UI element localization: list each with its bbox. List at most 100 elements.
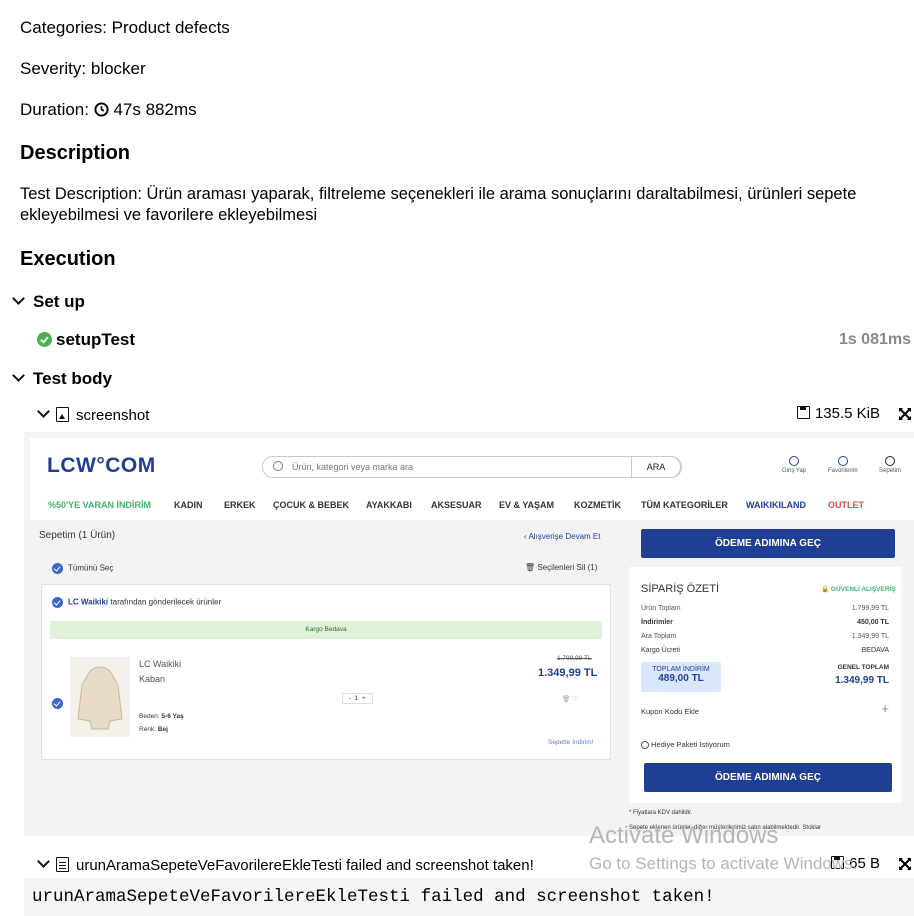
- severity-label: Severity:: [20, 59, 87, 78]
- summary-row-label: İndirimler: [641, 619, 673, 626]
- product-color: Renk: Bej: [139, 726, 168, 733]
- activate-windows-subtitle: Go to Settings to activate Windows.: [589, 854, 858, 873]
- seller-panel: LC Waikiki tarafından gönderilecek ürünl…: [41, 584, 611, 760]
- duration-label: Duration:: [20, 100, 89, 119]
- chevron-down-icon: [37, 855, 50, 868]
- nav-item: TÜM KATEGORİLER: [641, 500, 728, 510]
- coupon-row: Kupon Kodu Ekle: [641, 707, 699, 716]
- checkout-button-top: ÖDEME ADIMINA GEÇ: [641, 529, 895, 558]
- severity-row: Severity: blocker: [20, 59, 146, 79]
- gift-row: Hediye Paketi İstiyorum: [641, 740, 730, 750]
- summary-row-label: Ara Toplam: [641, 633, 677, 640]
- attachment-name: urunAramaSepeteVeFavorilereEkleTesti fai…: [76, 857, 534, 874]
- cart-title: Sepetim (1 Ürün): [39, 530, 116, 541]
- duration-value: 47s 882ms: [113, 100, 197, 119]
- attachment-screenshot-image: LCW°COM Ürün, kategori veya marka ara AR…: [24, 432, 914, 836]
- cart-header-icon: Sepetim: [879, 456, 901, 474]
- lock-icon: 🔒: [821, 586, 830, 593]
- new-price: 1.349,99 TL: [538, 667, 598, 679]
- attachment-screenshot-row[interactable]: screenshot 135.5 KiB: [37, 405, 912, 425]
- trash-icon: 🗑: [525, 563, 536, 572]
- summary-row-label: Kargo Ücreti: [641, 647, 680, 654]
- nav-item: EV & YAŞAM: [499, 500, 555, 510]
- expand-icon[interactable]: [898, 857, 912, 871]
- lcw-search: Ürün, kategori veya marka ara ARA: [262, 456, 682, 478]
- product-brand: LC Waikiki: [139, 659, 182, 669]
- trash-icon: 🗑: [562, 696, 571, 703]
- heart-icon: [837, 456, 848, 466]
- summary-title: SİPARİŞ ÖZETİ: [641, 583, 720, 595]
- description-heading: Description: [20, 142, 131, 164]
- summary-row-value: 1.349,99 TL: [851, 633, 889, 640]
- categories-label: Categories:: [20, 18, 107, 37]
- activate-windows-title: Activate Windows: [589, 822, 779, 849]
- attachment-size: 135.5 KiB: [796, 405, 880, 422]
- setup-step-name: setupTest: [56, 330, 136, 349]
- favorites-header-icon: Favorilerim: [828, 456, 858, 474]
- description-text: Test Description: Ürün araması yaparak, …: [20, 185, 857, 224]
- delete-selected: 🗑 Seçilenleri Sil (1): [525, 563, 598, 572]
- nav-item: OUTLET: [828, 500, 864, 510]
- seller-line: LC Waikiki tarafından gönderilecek ürünl…: [52, 597, 221, 608]
- heart-icon: ♡: [572, 696, 578, 703]
- plus-icon: +: [881, 701, 889, 716]
- total-discount-box: TOPLAM İNDİRİM 489,00 TL: [641, 662, 721, 692]
- search-placeholder: Ürün, kategori veya marka ara: [292, 462, 414, 472]
- product-size: Beden: 5-6 Yaş: [139, 713, 184, 720]
- radio-icon: [641, 741, 649, 750]
- secure-badge: 🔒 GÜVENLİ ALIŞVERİŞ: [821, 586, 896, 593]
- setup-step[interactable]: setupTest 1s 081ms: [37, 330, 911, 352]
- categories-row: Categories: Product defects: [20, 18, 230, 38]
- summary-row-value: 450,00 TL: [857, 619, 889, 626]
- chevron-down-icon: [37, 405, 50, 418]
- product-name: Kaban: [139, 674, 166, 684]
- lcw-header: LCW°COM Ürün, kategori veya marka ara AR…: [30, 438, 914, 520]
- setup-step-time: 1s 081ms: [838, 331, 911, 348]
- free-shipping-banner: Kargo Bedava: [50, 621, 602, 639]
- checked-icon: [52, 563, 63, 574]
- summary-row-value: 1.799,99 TL: [851, 605, 889, 612]
- clock-icon: [94, 102, 109, 117]
- vat-note: * Fiyatlara KDV dahildir.: [629, 810, 693, 816]
- summary-row-value: BEDAVA: [861, 647, 889, 654]
- save-icon: [796, 406, 810, 419]
- passed-check-icon: [37, 332, 52, 347]
- execution-heading: Execution: [20, 248, 116, 270]
- select-all: Tümünü Seç: [52, 563, 113, 574]
- coat-icon: [77, 666, 123, 730]
- item-actions: 🗑 ♡: [562, 695, 578, 703]
- attachment-name: screenshot: [76, 407, 150, 424]
- cart-discount-note: Sepette İndirim!: [548, 739, 594, 746]
- setup-label: Set up: [33, 292, 85, 311]
- summary-row-label: Ürün Toplam: [641, 605, 681, 612]
- test-body-toggle[interactable]: Test body: [12, 369, 113, 389]
- item-checkbox: [52, 695, 68, 713]
- search-button: ARA: [631, 456, 681, 478]
- nav-item: AKSESUAR: [431, 500, 482, 510]
- text-file-icon: [56, 857, 69, 872]
- checked-icon: [52, 597, 63, 608]
- grand-total-label: GENEL TOPLAM: [837, 664, 889, 671]
- nav-item: ÇOCUK & BEBEK: [273, 500, 350, 510]
- checkout-button-bottom: ÖDEME ADIMINA GEÇ: [644, 763, 892, 792]
- duration-row: Duration: 47s 882ms: [20, 100, 197, 120]
- nav-item: KOZMETİK: [574, 500, 621, 510]
- image-file-icon: [56, 407, 69, 422]
- login-header-icon: Giriş Yap: [782, 456, 806, 474]
- expand-icon[interactable]: [898, 407, 912, 421]
- nav-item: KADIN: [174, 500, 203, 510]
- search-icon: [273, 461, 283, 471]
- user-icon: [789, 456, 800, 466]
- setup-toggle[interactable]: Set up: [12, 292, 85, 312]
- continue-shopping-link: ‹ Alışverişe Devam Et: [524, 532, 601, 541]
- nav-item: AYAKKABI: [366, 500, 412, 510]
- test-body-label: Test body: [33, 369, 113, 388]
- product-image: [70, 657, 130, 737]
- chevron-down-icon: [12, 369, 25, 382]
- quantity-stepper: - 1 +: [342, 693, 373, 704]
- attachment-text-content: urunAramaSepeteVeFavorilereEkleTesti fai…: [24, 878, 914, 916]
- old-price: 1.799,99 TL: [557, 655, 592, 662]
- nav-item: %50'YE VARAN İNDİRİM: [48, 500, 151, 510]
- grand-total-value: 1.349,99 TL: [835, 675, 889, 686]
- nav-item: ERKEK: [224, 500, 256, 510]
